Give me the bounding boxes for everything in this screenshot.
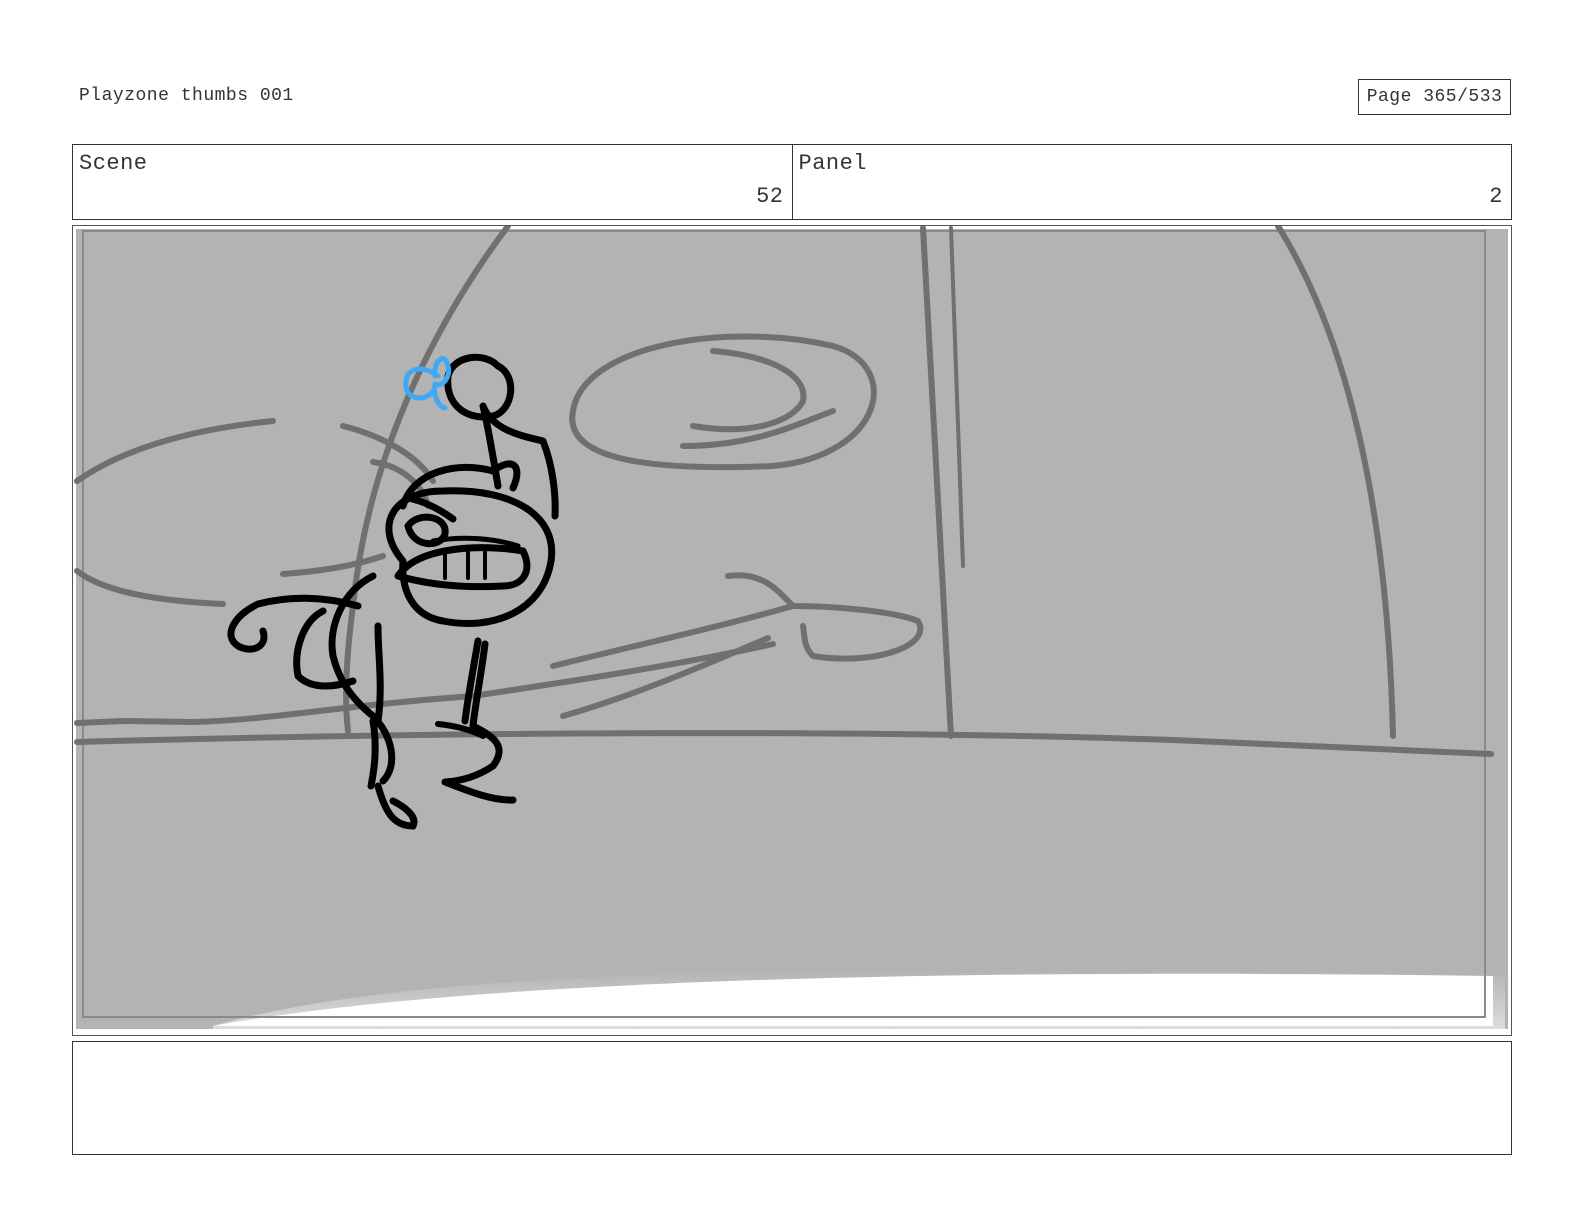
scene-value: 52 — [756, 184, 784, 209]
notes-box — [72, 1041, 1512, 1155]
storyboard-sketch — [74, 226, 1508, 1029]
page-number-box: Page 365/533 — [1358, 79, 1511, 115]
panel-value: 2 — [1489, 184, 1503, 209]
panel-cell: Panel 2 — [791, 145, 1512, 219]
scene-label: Scene — [79, 151, 148, 176]
scene-cell: Scene 52 — [73, 145, 792, 219]
scene-panel-info-row: Scene 52 Panel 2 — [72, 144, 1512, 220]
sketch-background — [76, 229, 1508, 1029]
document-title: Playzone thumbs 001 — [79, 86, 294, 106]
storyboard-frame — [72, 225, 1512, 1036]
panel-label: Panel — [798, 151, 868, 176]
